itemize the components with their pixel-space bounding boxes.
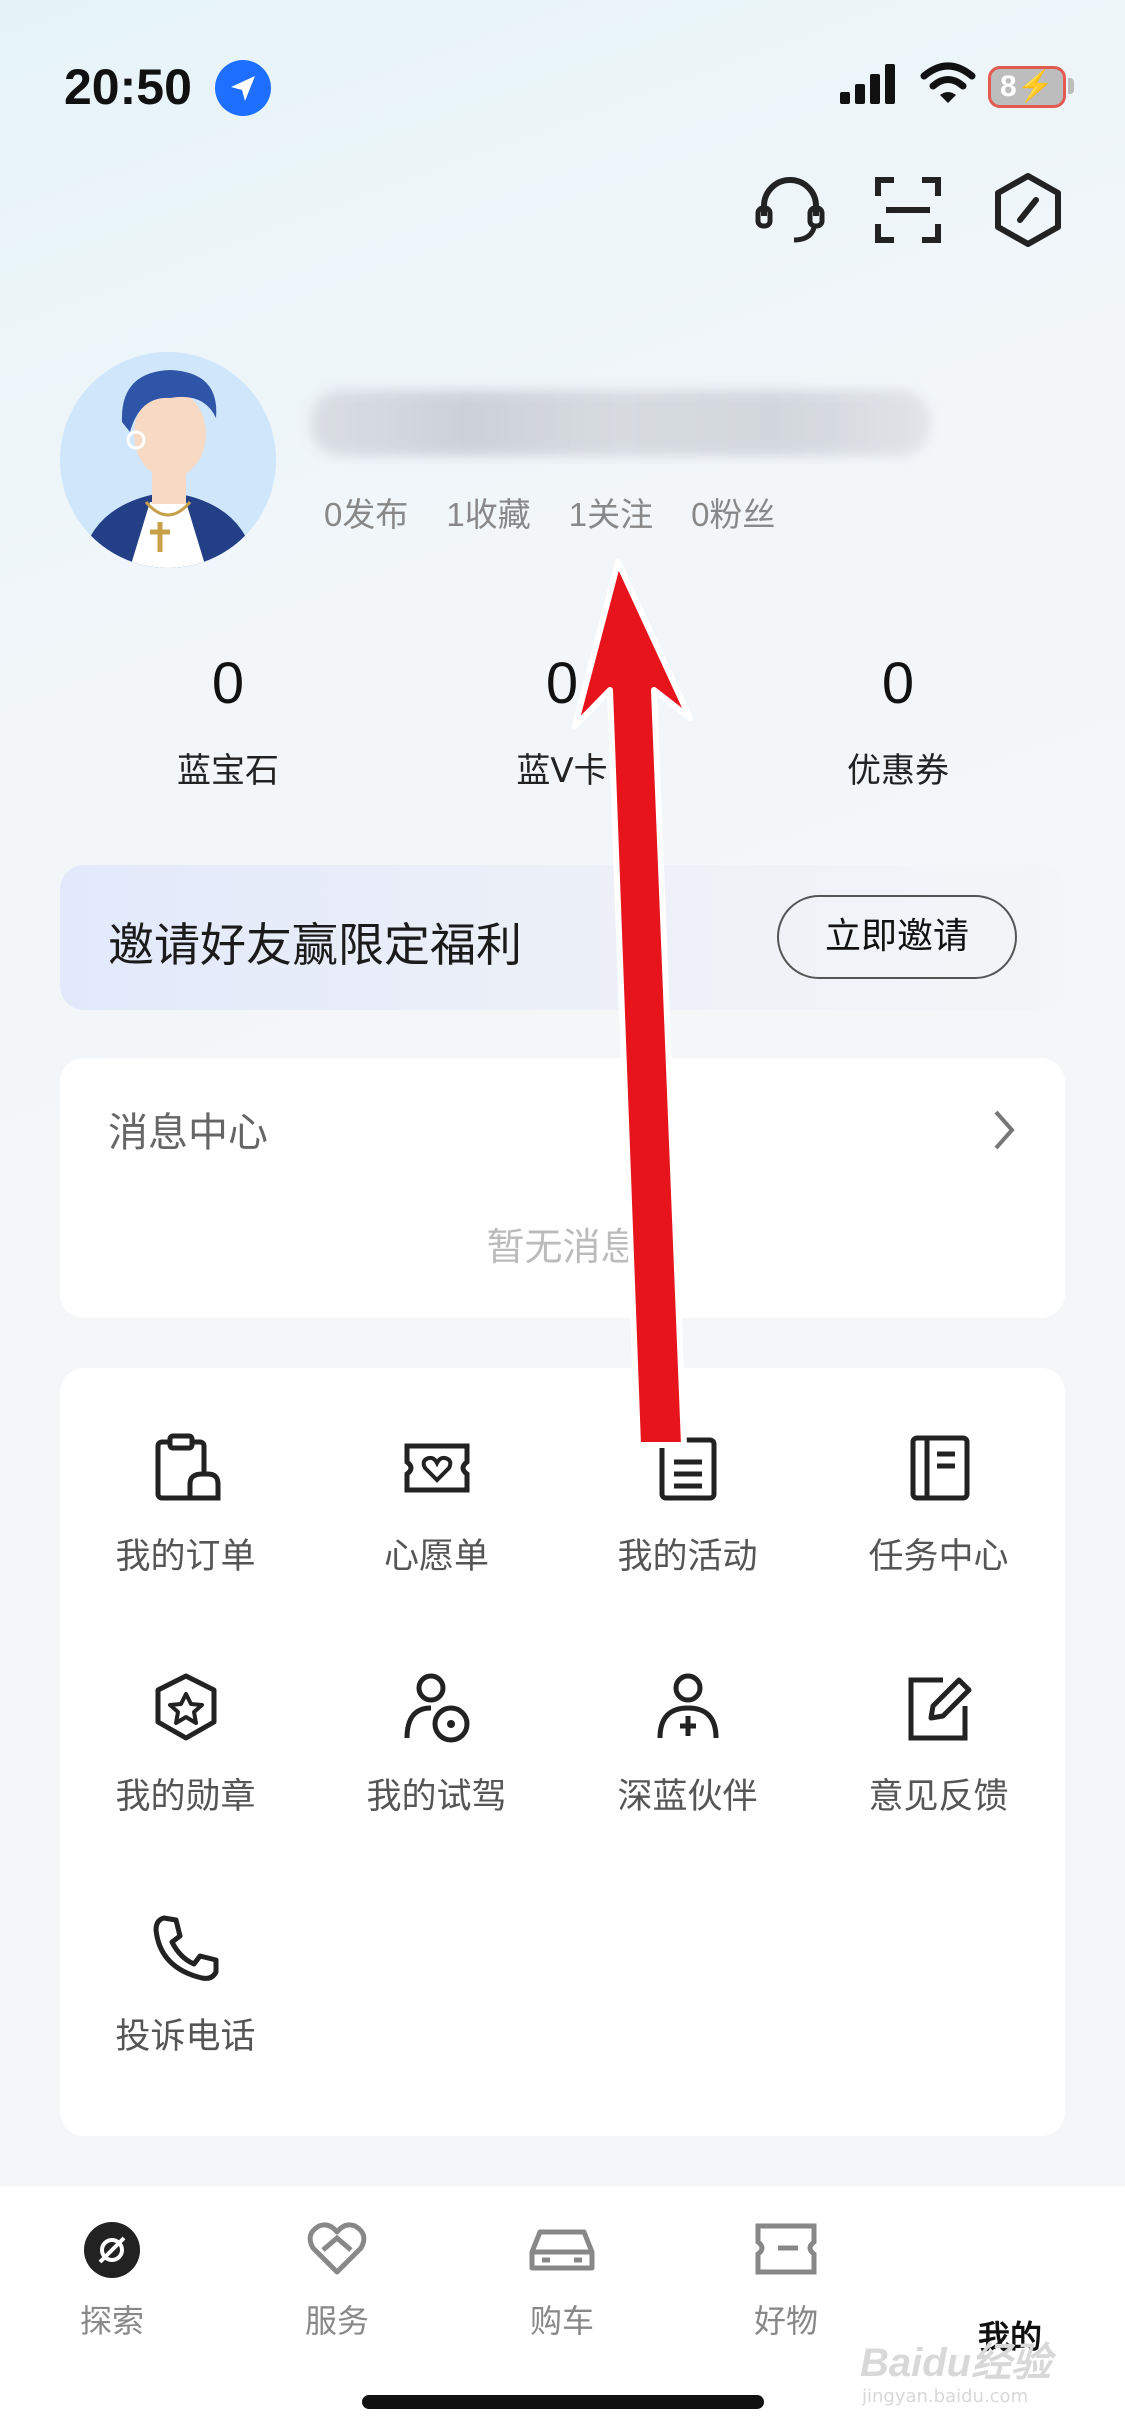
service-label: 我的活动 — [617, 1537, 758, 1577]
service-label: 我的订单 — [115, 1537, 256, 1577]
invite-button[interactable]: 立即邀请 — [777, 895, 1017, 979]
customer-service-icon[interactable] — [750, 170, 830, 250]
signal-icon — [840, 64, 895, 104]
service-partner[interactable]: 深蓝伙伴 — [562, 1608, 813, 1848]
stat-favorites[interactable]: 1收藏 — [446, 488, 530, 536]
task-icon — [910, 1435, 969, 1501]
status-time: 20:50 — [64, 59, 192, 115]
service-label: 心愿单 — [383, 1537, 489, 1577]
test-drive-icon — [404, 1673, 469, 1743]
profile-stats: 0发布 1收藏 1关注 0粉丝 — [324, 488, 775, 536]
service-wishlist[interactable]: 心愿单 — [311, 1368, 562, 1608]
wishlist-icon — [404, 1443, 469, 1493]
battery-tip — [1068, 78, 1074, 94]
service-label: 我的勋章 — [115, 1777, 256, 1817]
home-indicator[interactable] — [362, 2395, 764, 2409]
service-my-orders[interactable]: 我的订单 — [60, 1368, 311, 1608]
service-complaint-phone[interactable]: 投诉电话 — [60, 1848, 311, 2088]
feedback-icon — [908, 1677, 971, 1741]
service-my-activities[interactable]: 我的活动 — [562, 1368, 813, 1608]
tab-goods[interactable]: 好物 — [706, 2216, 866, 2342]
asset-value: 0 — [881, 651, 915, 716]
location-arrow-icon — [215, 60, 271, 116]
invite-banner[interactable]: 邀请好友赢限定福利 立即邀请 — [60, 865, 1065, 1010]
wifi-icon — [920, 62, 976, 103]
service-grid: 我的订单 心愿单 我的活动 任务中心 我的勋章 我的试驾 深蓝伙伴 意见反馈 投… — [60, 1368, 1065, 2136]
car-icon — [529, 2229, 595, 2271]
avatar[interactable] — [60, 352, 276, 568]
tab-label: 购车 — [529, 2302, 594, 2340]
phone-icon — [153, 1915, 218, 1981]
asset-value: 0 — [545, 651, 579, 716]
service-label: 我的试驾 — [366, 1777, 507, 1817]
watermark-brand: Baidu经验 — [860, 2341, 1052, 2385]
tab-service[interactable]: 服务 — [257, 2216, 417, 2342]
order-icon — [155, 1433, 220, 1501]
service-task-center[interactable]: 任务中心 — [813, 1368, 1064, 1608]
watermark-url: jingyan.baidu.com — [862, 2386, 1029, 2407]
message-empty-text: 暂无消息 — [486, 1225, 639, 1269]
service-label: 投诉电话 — [115, 2017, 256, 2057]
asset-label: 蓝V卡 — [516, 751, 608, 791]
service-icon — [307, 2222, 367, 2275]
partner-icon — [657, 1673, 718, 1739]
asset-sapphire[interactable]: 0 蓝宝石 — [78, 650, 378, 792]
medal-icon — [155, 1673, 216, 1741]
battery-icon: 8⚡ — [988, 66, 1066, 108]
message-center-title: 消息中心 — [108, 1110, 268, 1156]
activity-icon — [659, 1437, 716, 1501]
asset-label: 蓝宝石 — [177, 751, 279, 791]
settings-icon[interactable] — [988, 170, 1068, 250]
asset-v-card[interactable]: 0 蓝V卡 — [412, 650, 712, 792]
stat-followers[interactable]: 0粉丝 — [691, 488, 775, 536]
scan-icon[interactable] — [868, 170, 948, 250]
service-label: 任务中心 — [868, 1537, 1009, 1577]
chevron-right-icon[interactable] — [990, 1108, 1018, 1152]
asset-value: 0 — [211, 651, 245, 716]
tab-buy-car[interactable]: 购车 — [482, 2216, 642, 2342]
service-feedback[interactable]: 意见反馈 — [813, 1608, 1064, 1848]
message-center-card[interactable]: 消息中心 暂无消息 — [60, 1058, 1065, 1318]
service-label: 意见反馈 — [868, 1777, 1009, 1817]
stat-following[interactable]: 1关注 — [569, 488, 653, 536]
service-label: 深蓝伙伴 — [617, 1777, 758, 1817]
username-blurred — [310, 390, 930, 456]
tab-label: 探索 — [79, 2302, 144, 2340]
stat-posts[interactable]: 0发布 — [324, 488, 408, 536]
service-my-test-drive[interactable]: 我的试驾 — [311, 1608, 562, 1848]
goods-icon — [755, 2223, 817, 2275]
tab-label: 好物 — [753, 2302, 818, 2340]
battery-level: 8 — [999, 70, 1017, 103]
invite-text: 邀请好友赢限定福利 — [108, 918, 522, 972]
asset-label: 优惠券 — [847, 751, 949, 791]
asset-coupon[interactable]: 0 优惠券 — [748, 650, 1048, 792]
service-my-medals[interactable]: 我的勋章 — [60, 1608, 311, 1848]
tab-label: 服务 — [304, 2302, 369, 2340]
explore-icon — [84, 2222, 140, 2278]
tab-explore[interactable]: 探索 — [32, 2216, 192, 2342]
